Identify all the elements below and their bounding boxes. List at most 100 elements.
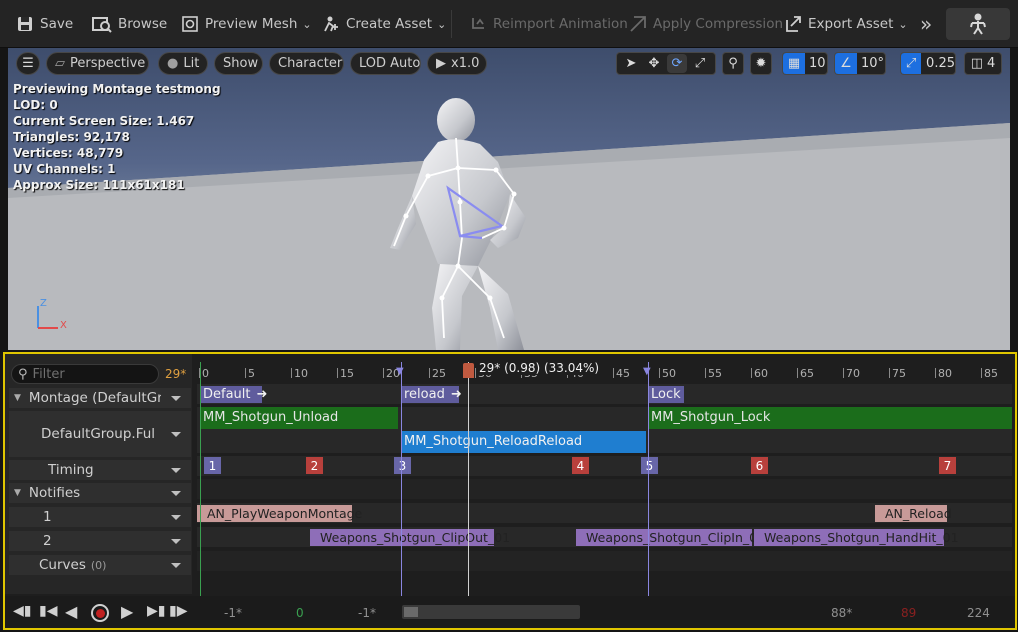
viewport-menu-button[interactable]: ☰ xyxy=(16,52,40,75)
browse-button[interactable]: Browse xyxy=(92,0,167,48)
montage-row[interactable]: ▼ Montage (DefaultGroup) xyxy=(9,388,191,408)
timing-marker[interactable]: 5 xyxy=(641,457,658,474)
timing-marker[interactable]: 6 xyxy=(751,457,768,474)
preview-viewport[interactable]: ☰ ▱ Perspective ● Lit Show Character LOD A… xyxy=(8,48,1010,350)
export-asset-dropdown[interactable]: Export Asset ⌄ xyxy=(784,0,908,48)
rotate-tool-icon[interactable]: ⟳ xyxy=(667,54,687,73)
range-start-field[interactable]: -1* xyxy=(224,606,242,620)
timing-marker[interactable]: 4 xyxy=(572,457,589,474)
chevron-down-icon[interactable] xyxy=(171,514,181,520)
character-button[interactable]: Character xyxy=(269,52,344,75)
skeleton-mode-button[interactable] xyxy=(946,8,1010,40)
show-button[interactable]: Show xyxy=(214,52,263,75)
end-frame-field[interactable]: 89 xyxy=(901,606,916,620)
view-start-field[interactable]: -1* xyxy=(358,606,376,620)
timing-marker[interactable]: 2 xyxy=(306,457,323,474)
segment-lock[interactable]: MM_Shotgun_Lock xyxy=(648,407,1012,429)
section-reload[interactable]: reload ➜ xyxy=(401,386,462,403)
chevron-down-icon[interactable] xyxy=(171,562,181,568)
notify-clip-out[interactable]: Weapons_Shotgun_ClipOut_01 xyxy=(310,529,510,546)
create-asset-dropdown[interactable]: Create Asset ⌄ xyxy=(322,0,446,48)
lit-label: Lit xyxy=(183,56,200,71)
range-end-field[interactable]: 224 xyxy=(967,606,990,620)
playhead-line[interactable] xyxy=(468,362,469,597)
rotation-snap-button[interactable]: ∠ 10° xyxy=(834,52,886,75)
more-tools-button[interactable]: » xyxy=(920,0,932,48)
ruler-tick xyxy=(935,368,936,378)
notify-clip-in[interactable]: Weapons_Shotgun_ClipIn_01 xyxy=(576,529,765,546)
lit-button[interactable]: ● Lit xyxy=(158,52,208,75)
section-marker-icon: ▼ xyxy=(643,366,651,377)
timeline-scrollbar[interactable] xyxy=(402,605,580,619)
play-reverse-icon[interactable]: ◀ xyxy=(65,602,77,621)
segment-unload[interactable]: MM_Shotgun_Unload xyxy=(200,407,398,429)
ruler-tick xyxy=(429,368,430,378)
play-forward-icon[interactable]: ▶ xyxy=(121,602,133,621)
perspective-button[interactable]: ▱ Perspective xyxy=(46,52,149,75)
ruler-tick-label: 85 xyxy=(984,367,998,380)
perspective-label: Perspective xyxy=(70,56,146,71)
world-local-toggle[interactable]: ⚲ xyxy=(722,52,744,75)
curves-row[interactable]: Curves (0) xyxy=(9,555,191,575)
ruler-tick xyxy=(797,368,798,378)
lod-button[interactable]: LOD Auto xyxy=(350,52,421,75)
section-lock[interactable]: Lock xyxy=(648,386,684,403)
timing-marker[interactable]: 3 xyxy=(394,457,411,474)
timing-marker[interactable]: 1 xyxy=(204,457,221,474)
timeline-track-area[interactable]: 0 5 10 15 20 25 30 35 40 45 50 55 60 65 … xyxy=(197,362,1012,597)
notifies-row[interactable]: ▼ Notifies xyxy=(9,483,191,503)
slot-row[interactable]: DefaultGroup.FullBody xyxy=(9,411,191,457)
reimport-animation-button[interactable]: Reimport Animation xyxy=(469,0,628,48)
chevron-down-icon[interactable] xyxy=(171,395,181,401)
preview-mesh-dropdown[interactable]: Preview Mesh ⌄ xyxy=(181,0,312,48)
notify-play-weapon-montage[interactable]: AN_PlayWeaponMontage xyxy=(197,505,362,522)
transform-tools-group: ➤ ✥ ⟳ ⤢ xyxy=(616,52,716,75)
skip-to-end-icon[interactable]: ▮▶ xyxy=(169,603,187,619)
ruler-tick-label: 70 xyxy=(846,367,860,380)
section-lane[interactable] xyxy=(197,384,1012,404)
camera-speed-button[interactable]: ◫ 4 xyxy=(964,52,1002,75)
start-frame-field[interactable]: 0 xyxy=(296,606,304,620)
section-default-label: Default xyxy=(203,387,251,402)
grid-snap-button[interactable]: ▦ 10 xyxy=(782,52,828,75)
view-end-field[interactable]: 88* xyxy=(831,606,852,620)
chevron-down-icon[interactable] xyxy=(171,538,181,544)
save-button[interactable]: Save xyxy=(16,0,73,48)
step-back-icon[interactable]: ▮◀ xyxy=(39,603,57,619)
section-lock-line xyxy=(648,362,649,597)
grid-icon: ▦ xyxy=(783,53,805,74)
chevron-down-icon[interactable] xyxy=(171,431,181,437)
scale-tool-icon[interactable]: ⤢ xyxy=(690,54,710,73)
step-forward-icon[interactable]: ▶▮ xyxy=(147,603,165,619)
surface-snap-toggle[interactable]: ✹ xyxy=(750,52,772,75)
timing-row[interactable]: Timing xyxy=(9,460,191,480)
move-tool-icon[interactable]: ✥ xyxy=(644,54,664,73)
scale-snap-button[interactable]: ⤢ 0.25 xyxy=(900,52,956,75)
notify-reload[interactable]: AN_Reload xyxy=(875,505,952,522)
playhead-handle[interactable] xyxy=(463,363,474,378)
notify-track-1-row[interactable]: 1 xyxy=(9,507,191,527)
segment-reload[interactable]: MM_Shotgun_ReloadReload xyxy=(401,431,646,453)
chevron-down-icon[interactable] xyxy=(171,467,181,473)
skip-to-start-icon[interactable]: ◀▮ xyxy=(13,603,31,619)
apply-compression-button[interactable]: Apply Compression xyxy=(629,0,783,48)
character-label: Character xyxy=(278,56,343,71)
timing-row-label: Timing xyxy=(48,462,94,478)
skeleton-icon xyxy=(970,13,986,35)
timing-marker[interactable]: 7 xyxy=(939,457,956,474)
record-button[interactable] xyxy=(91,604,109,622)
select-tool-icon[interactable]: ➤ xyxy=(621,54,641,73)
current-frame-display: 29* xyxy=(165,367,187,381)
viewport-toolbar: ☰ ▱ Perspective ● Lit Show Character LOD A… xyxy=(8,48,1010,80)
create-asset-label: Create Asset xyxy=(346,16,433,32)
compression-icon xyxy=(630,16,646,32)
section-default[interactable]: Default ➜ xyxy=(200,386,267,403)
notify-hand-hit[interactable]: Weapons_Shotgun_HandHit_01 xyxy=(754,529,959,546)
filter-input[interactable]: ⚲ Filter xyxy=(11,364,159,384)
show-label: Show xyxy=(223,56,259,71)
scrollbar-thumb[interactable] xyxy=(404,607,418,617)
playback-speed-button[interactable]: ▶ x1.0 xyxy=(427,52,487,75)
chevron-down-icon[interactable] xyxy=(171,490,181,496)
notify-track-2-row[interactable]: 2 xyxy=(9,531,191,551)
time-ruler[interactable]: 0 5 10 15 20 25 30 35 40 45 50 55 60 65 … xyxy=(197,362,1012,380)
